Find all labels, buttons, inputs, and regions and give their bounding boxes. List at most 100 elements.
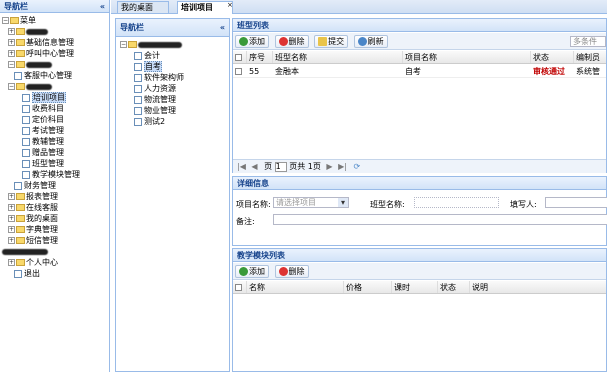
expand-icon[interactable]: + xyxy=(8,259,15,266)
tree-folder[interactable]: + 在线客服 xyxy=(0,202,109,213)
subnav-item[interactable]: 自考 xyxy=(120,61,229,72)
class-name-label: 班型名称: xyxy=(370,200,405,209)
project-label: 项目名称: xyxy=(236,200,271,209)
col-module-name[interactable]: 名称 xyxy=(246,281,343,293)
tree-leaf[interactable]: 培训项目 xyxy=(0,92,109,103)
expand-icon[interactable]: + xyxy=(8,215,15,222)
filter-input[interactable]: 多条件 xyxy=(570,36,606,47)
subnav-collapse-icon[interactable]: « xyxy=(220,19,225,37)
col-no[interactable]: 序号 xyxy=(246,51,272,63)
folder-icon xyxy=(16,193,25,200)
prev-page-icon[interactable]: ◀ xyxy=(251,162,257,171)
tree-folder[interactable]: + 个人中心 xyxy=(0,257,109,268)
tree-folder[interactable]: − 菜单 xyxy=(0,15,109,26)
nav-tree: − 菜单 + + 基础信息管理 + 呼叫中心管理 − 客服中心管理 − 培训项目 收费科目 定价科目 考试… xyxy=(0,15,109,279)
tree-folder[interactable]: + 呼叫中心管理 xyxy=(0,48,109,59)
tree-folder[interactable]: + 字典管理 xyxy=(0,224,109,235)
tree-folder[interactable]: − xyxy=(0,59,109,70)
subnav-item-label: 自考 xyxy=(144,61,162,72)
tab-training[interactable]: 培训项目 xyxy=(177,1,233,14)
tree-folder[interactable]: − xyxy=(0,81,109,92)
module-delete-button[interactable]: 删除 xyxy=(274,265,309,278)
select-all-checkbox[interactable] xyxy=(233,51,246,63)
tree-leaf[interactable]: 考试管理 xyxy=(0,125,109,136)
expand-icon[interactable]: + xyxy=(8,204,15,211)
tree-folder[interactable]: + xyxy=(0,26,109,37)
module-delete-label: 删除 xyxy=(288,267,305,276)
tab-desktop[interactable]: 我的桌面 xyxy=(117,1,169,14)
tab-close-icon[interactable]: × xyxy=(227,1,233,9)
tree-leaf[interactable]: 客服中心管理 xyxy=(0,70,109,81)
tree-leaf[interactable]: 教辅管理 xyxy=(0,136,109,147)
expand-icon[interactable]: + xyxy=(8,28,15,35)
blurred-label xyxy=(26,83,52,90)
tree-leaf[interactable]: 赠品管理 xyxy=(0,147,109,158)
tree-folder[interactable]: + 报表管理 xyxy=(0,191,109,202)
subnav-item[interactable]: 软件架构师 xyxy=(120,72,229,83)
tab-training-label: 培训项目 xyxy=(181,3,213,12)
expand-icon[interactable]: + xyxy=(8,50,15,57)
col-description[interactable]: 说明 xyxy=(469,281,607,293)
subnav-item[interactable]: 会计 xyxy=(120,50,229,61)
tree-leaf[interactable] xyxy=(0,246,109,257)
tree-leaf[interactable]: 定价科目 xyxy=(0,114,109,125)
remark-field[interactable] xyxy=(273,214,607,225)
tree-leaf[interactable]: 退出 xyxy=(0,268,109,279)
folder-icon xyxy=(16,226,25,233)
tree-leaf[interactable]: 财务管理 xyxy=(0,180,109,191)
tree-label: 基础信息管理 xyxy=(26,38,74,47)
add-button[interactable]: 添加 xyxy=(235,35,269,48)
row-checkbox[interactable] xyxy=(233,65,246,77)
col-project[interactable]: 项目名称 xyxy=(402,51,530,63)
page-icon xyxy=(22,137,30,146)
collapse-icon[interactable]: − xyxy=(8,61,15,68)
col-price[interactable]: 价格 xyxy=(343,281,391,293)
first-page-icon[interactable]: |◀ xyxy=(237,162,246,171)
col-editor[interactable]: 编制员 xyxy=(573,51,607,63)
subnav-item[interactable]: 物流管理 xyxy=(120,94,229,105)
table-row[interactable]: 55 金融本 自考 审核通过 系统管 xyxy=(233,65,606,78)
subnav-item[interactable]: 物业管理 xyxy=(120,105,229,116)
module-select-all[interactable] xyxy=(233,281,246,293)
page-icon xyxy=(14,181,22,190)
expand-icon[interactable]: + xyxy=(8,237,15,244)
pager: |◀ ◀ 页 1 页共 1页 ▶ ▶| ⟳ xyxy=(233,159,606,173)
subnav-item[interactable]: 人力资源 xyxy=(120,83,229,94)
writer-field[interactable] xyxy=(545,197,607,208)
row-editor: 系统管 xyxy=(576,67,600,76)
collapse-icon[interactable]: − xyxy=(8,83,15,90)
next-page-icon[interactable]: ▶ xyxy=(326,162,332,171)
submit-button[interactable]: 提交 xyxy=(314,35,349,48)
page-icon xyxy=(134,95,142,104)
project-select[interactable]: 请选择项目 ▾ xyxy=(273,197,349,208)
col-module-status[interactable]: 状态 xyxy=(437,281,469,293)
class-name-field[interactable] xyxy=(414,197,499,208)
last-page-icon[interactable]: ▶| xyxy=(338,162,347,171)
tree-folder[interactable]: + 短信管理 xyxy=(0,235,109,246)
expand-icon[interactable]: + xyxy=(8,193,15,200)
subnav-root[interactable]: − xyxy=(120,39,229,50)
tree-leaf[interactable]: 教学模块管理 xyxy=(0,169,109,180)
tree-leaf[interactable]: 收费科目 xyxy=(0,103,109,114)
collapse-icon[interactable]: − xyxy=(2,17,9,24)
col-hours[interactable]: 课时 xyxy=(391,281,437,293)
tree-leaf[interactable]: 班型管理 xyxy=(0,158,109,169)
expand-icon[interactable]: + xyxy=(8,226,15,233)
module-add-button[interactable]: 添加 xyxy=(235,265,269,278)
col-class-name[interactable]: 班型名称 xyxy=(272,51,402,63)
chevron-down-icon[interactable]: ▾ xyxy=(338,198,348,207)
tree-folder[interactable]: + 基础信息管理 xyxy=(0,37,109,48)
page-number-input[interactable]: 1 xyxy=(274,162,287,172)
class-list-header: 班型列表 xyxy=(233,19,606,32)
expand-icon[interactable]: + xyxy=(8,39,15,46)
col-status[interactable]: 状态 xyxy=(530,51,573,63)
delete-button[interactable]: 删除 xyxy=(274,35,309,48)
refresh-button[interactable]: 刷新 xyxy=(353,35,388,48)
subnav-item[interactable]: 测试2 xyxy=(120,116,229,127)
collapse-icon[interactable]: − xyxy=(120,41,127,48)
tree-folder[interactable]: + 我的桌面 xyxy=(0,213,109,224)
page-icon xyxy=(134,106,142,115)
nav-collapse-icon[interactable]: « xyxy=(100,0,105,13)
reload-icon[interactable]: ⟳ xyxy=(354,162,361,171)
subnav-title: 导航栏 xyxy=(120,23,144,32)
